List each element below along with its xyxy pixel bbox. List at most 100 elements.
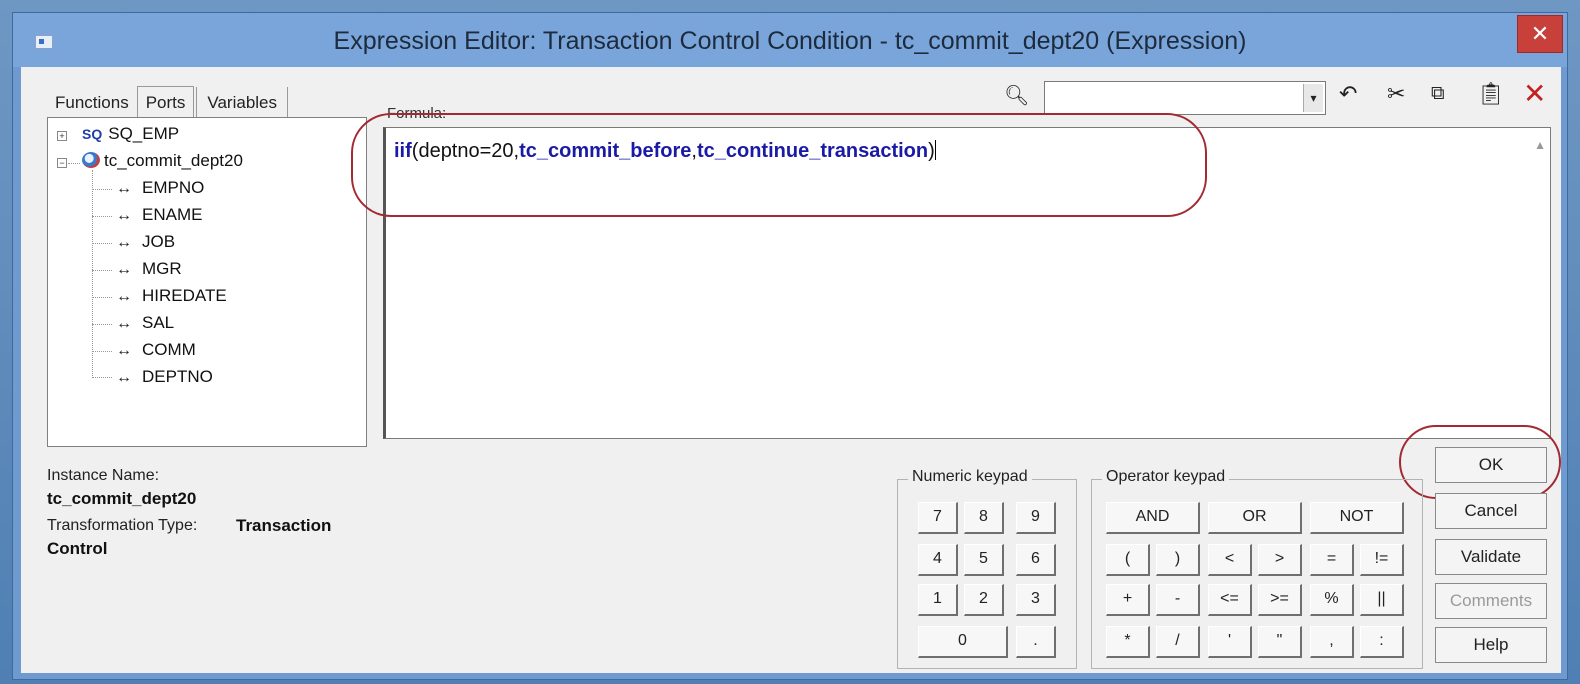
key-6[interactable]: 6	[1016, 544, 1056, 576]
tree-node-label: SQ_EMP	[108, 124, 180, 143]
key-not-equals[interactable]: !=	[1360, 544, 1404, 576]
key-double-quote[interactable]: "	[1258, 626, 1302, 658]
key-equals[interactable]: =	[1310, 544, 1354, 576]
tab-ports[interactable]: Ports	[136, 86, 195, 117]
key-comma[interactable]: ,	[1310, 626, 1354, 658]
tree-node-label: tc_commit_dept20	[104, 151, 243, 170]
binoculars-icon[interactable]: 🔍︎	[1004, 83, 1029, 108]
key-single-quote[interactable]: '	[1208, 626, 1252, 658]
bidirectional-port-icon: ↔	[116, 207, 132, 224]
collapse-icon[interactable]: −	[57, 158, 67, 168]
tree-connector	[92, 270, 112, 271]
undo-icon[interactable]: ↶	[1339, 81, 1357, 107]
port-label: HIREDATE	[142, 286, 227, 305]
window-title: Expression Editor: Transaction Control C…	[333, 27, 1247, 55]
port-label: ENAME	[142, 205, 203, 224]
port-item[interactable]: ↔ EMPNO	[116, 178, 204, 198]
transformation-type-value: Transaction	[236, 516, 332, 535]
transformation-type-label: Transformation Type:	[47, 517, 198, 534]
expand-icon[interactable]: +	[57, 131, 67, 141]
key-greater-than[interactable]: >	[1258, 544, 1302, 576]
operator-keypad-title: Operator keypad	[1102, 468, 1230, 486]
cancel-button[interactable]: Cancel	[1435, 493, 1547, 529]
tree-node-transform[interactable]: tc_commit_dept20	[82, 151, 243, 171]
validate-button[interactable]: Validate	[1435, 539, 1547, 575]
instance-name-value: tc_commit_dept20	[47, 489, 197, 508]
key-multiply[interactable]: *	[1106, 626, 1150, 658]
key-decimal[interactable]: .	[1016, 626, 1056, 658]
bidirectional-port-icon: ↔	[116, 288, 132, 305]
ok-button[interactable]: OK	[1435, 447, 1547, 483]
key-plus[interactable]: +	[1106, 584, 1150, 616]
transaction-control-icon	[82, 152, 100, 168]
port-label: MGR	[142, 259, 182, 278]
bidirectional-port-icon: ↔	[116, 234, 132, 251]
tree-connector	[92, 297, 112, 298]
tree-connector	[92, 351, 112, 352]
tree-connector	[92, 377, 112, 378]
key-concat[interactable]: ||	[1360, 584, 1404, 616]
key-4[interactable]: 4	[918, 544, 958, 576]
port-item[interactable]: ↔ DEPTNO	[116, 367, 213, 387]
tree-connector	[92, 170, 93, 376]
expression-editor-window: Expression Editor: Transaction Control C…	[12, 12, 1568, 680]
close-button[interactable]: ✕	[1517, 15, 1563, 53]
key-5[interactable]: 5	[964, 544, 1004, 576]
paste-icon[interactable]: 📋︎	[1477, 81, 1505, 107]
port-item[interactable]: ↔ JOB	[116, 232, 175, 252]
port-item[interactable]: ↔ HIREDATE	[116, 286, 227, 306]
cut-icon[interactable]: ✂︎	[1387, 81, 1405, 107]
bidirectional-port-icon: ↔	[116, 315, 132, 332]
key-or[interactable]: OR	[1208, 502, 1302, 534]
port-label: SAL	[142, 313, 175, 332]
key-8[interactable]: 8	[964, 502, 1004, 534]
port-item[interactable]: ↔ ENAME	[116, 205, 202, 225]
key-minus[interactable]: -	[1156, 584, 1200, 616]
tab-divider	[287, 87, 289, 117]
port-label: COMM	[142, 340, 196, 359]
formula-highlight-ellipse	[351, 113, 1207, 217]
tree-connector	[92, 243, 112, 244]
key-3[interactable]: 3	[1016, 584, 1056, 616]
find-combobox[interactable]: ▾	[1044, 81, 1326, 115]
key-and[interactable]: AND	[1106, 502, 1200, 534]
chevron-down-icon[interactable]: ▾	[1303, 84, 1323, 112]
key-open-paren[interactable]: (	[1106, 544, 1150, 576]
port-item[interactable]: ↔ COMM	[116, 340, 196, 360]
scroll-up-icon[interactable]: ▲	[1534, 138, 1546, 152]
tab-variables[interactable]: Variables	[199, 87, 285, 117]
key-7[interactable]: 7	[918, 502, 958, 534]
key-not[interactable]: NOT	[1310, 502, 1404, 534]
ports-tree[interactable]: + SQ SQ_EMP − tc_commit_dept20 ↔ EMPNO ↔ EN…	[47, 117, 367, 447]
delete-icon[interactable]: ✕	[1523, 77, 1546, 110]
key-colon[interactable]: :	[1360, 626, 1404, 658]
port-label: EMPNO	[142, 178, 205, 197]
key-divide[interactable]: /	[1156, 626, 1200, 658]
dialog-client-area: Functions Ports Variables + SQ SQ_EMP − t…	[21, 67, 1561, 673]
key-1[interactable]: 1	[918, 584, 958, 616]
key-0[interactable]: 0	[918, 626, 1008, 658]
key-percent[interactable]: %	[1310, 584, 1354, 616]
tree-node-source[interactable]: SQ SQ_EMP	[82, 124, 179, 144]
tree-connector	[68, 163, 80, 164]
bidirectional-port-icon: ↔	[116, 261, 132, 278]
bidirectional-port-icon: ↔	[116, 369, 132, 386]
transformation-type-value-line2: Control	[47, 539, 108, 558]
key-close-paren[interactable]: )	[1156, 544, 1200, 576]
key-greater-equal[interactable]: >=	[1258, 584, 1302, 616]
copy-icon[interactable]: ⧉	[1431, 83, 1445, 105]
numeric-keypad: Numeric keypad 7 8 9 4 5 6 1 2 3 0 .	[897, 468, 1077, 669]
comments-button[interactable]: Comments	[1435, 583, 1547, 619]
port-item[interactable]: ↔ SAL	[116, 313, 174, 333]
tree-connector	[92, 324, 112, 325]
port-item[interactable]: ↔ MGR	[116, 259, 182, 279]
operator-keypad: Operator keypad AND OR NOT ( ) < > = != …	[1091, 468, 1423, 669]
help-button[interactable]: Help	[1435, 627, 1547, 663]
tab-functions[interactable]: Functions	[47, 87, 137, 117]
key-less-than[interactable]: <	[1208, 544, 1252, 576]
key-less-equal[interactable]: <=	[1208, 584, 1252, 616]
key-2[interactable]: 2	[964, 584, 1004, 616]
title-bar[interactable]: Expression Editor: Transaction Control C…	[13, 13, 1567, 67]
instance-name-label: Instance Name:	[47, 467, 160, 484]
key-9[interactable]: 9	[1016, 502, 1056, 534]
